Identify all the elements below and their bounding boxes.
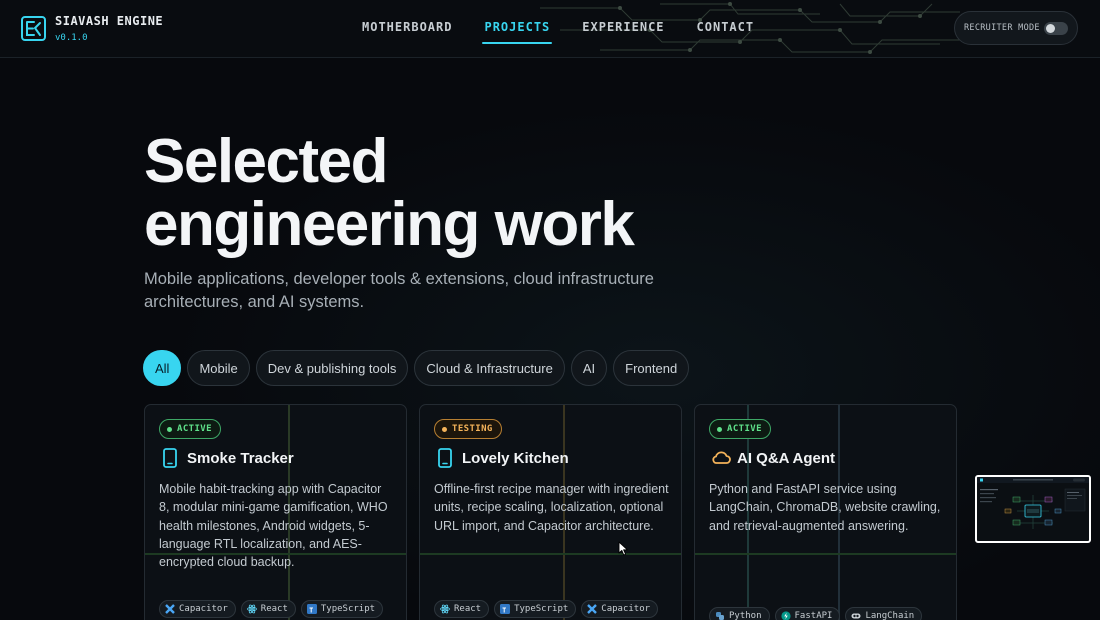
logo-mark-icon [26, 21, 41, 36]
page-title: Selected engineering work [144, 130, 764, 256]
status-badge: ACTIVE [709, 419, 771, 439]
capacitor-icon [587, 604, 598, 614]
nav-projects[interactable]: PROJECTS [482, 20, 553, 44]
page-subtitle: Mobile applications, developer tools & e… [144, 270, 654, 311]
project-description: Offline-first recipe manager with ingred… [434, 482, 669, 533]
phone-icon [438, 448, 452, 468]
tech-tag: Capacitor [159, 600, 236, 618]
tech-tag-label: Capacitor [179, 604, 228, 614]
project-card-smoke-tracker[interactable]: ACTIVE Smoke Tracker Mobile habit-tracki… [144, 404, 407, 620]
brand-logo[interactable] [21, 16, 46, 41]
project-title[interactable]: Smoke Tracker [187, 450, 294, 467]
tech-tag: TypeScript [300, 600, 384, 618]
filter-frontend[interactable]: Frontend [613, 350, 690, 386]
recruiter-mode-toggle[interactable]: RECRUITER MODE [954, 11, 1078, 45]
brand-version: v0.1.0 [55, 33, 88, 43]
mouse-cursor-icon [618, 541, 628, 556]
typescript-icon [306, 604, 317, 614]
status-badge: ACTIVE [159, 419, 221, 439]
tech-tag-label: LangChain [865, 611, 915, 620]
filter-mobile[interactable]: Mobile [187, 350, 250, 386]
phone-icon [163, 448, 177, 468]
nav-contact[interactable]: CONTACT [697, 20, 755, 34]
card-grid-line [420, 553, 681, 555]
tech-tag-label: TypeScript [320, 604, 376, 614]
tech-tags: React TypeScript Capacitor [434, 600, 659, 618]
card-grid-line [695, 553, 956, 555]
brand-title[interactable]: SIAVASH ENGINE [55, 14, 163, 28]
main-nav: MOTHERBOARD PROJECTS EXPERIENCE CONTACT [362, 20, 755, 44]
tech-tag-label: FastAPI [794, 611, 833, 620]
filter-all[interactable]: All [143, 350, 182, 386]
filter-ai[interactable]: AI [570, 350, 608, 386]
top-navigation-bar: SIAVASH ENGINE v0.1.0 MOTHERBOARD PROJEC… [0, 0, 1100, 58]
nav-motherboard[interactable]: MOTHERBOARD [362, 20, 452, 34]
fastapi-icon [780, 611, 791, 620]
tech-tag: LangChain [845, 607, 923, 620]
tech-tag: Python [709, 607, 770, 620]
page-minimap[interactable] [975, 475, 1091, 543]
tech-tags: Python FastAPI LangChain [709, 607, 923, 620]
tech-tag: Capacitor [581, 600, 659, 618]
recruiter-mode-label: RECRUITER MODE [964, 23, 1040, 33]
page-title-line-1: Selected [144, 127, 389, 196]
react-icon [440, 604, 450, 614]
project-description: Mobile habit-tracking app with Capacitor… [159, 482, 388, 570]
cloud-icon [712, 451, 731, 464]
minimap-preview [977, 477, 1089, 529]
filter-cloud-infrastructure[interactable]: Cloud & Infrastructure [414, 350, 565, 386]
project-description: Python and FastAPI service using LangCha… [709, 482, 941, 533]
project-title[interactable]: AI Q&A Agent [737, 450, 835, 467]
langchain-icon [851, 613, 861, 619]
tech-tag: FastAPI [774, 607, 841, 620]
project-filter-bar: All Mobile Dev & publishing tools Cloud … [143, 350, 690, 386]
recruiter-mode-switch[interactable] [1044, 22, 1068, 35]
tech-tag: React [240, 600, 296, 618]
tech-tag-label: React [454, 604, 482, 614]
typescript-icon [500, 604, 511, 614]
react-icon [246, 604, 257, 614]
tech-tag: TypeScript [494, 600, 577, 618]
python-icon [716, 612, 724, 620]
tech-tags: Capacitor React TypeScript [159, 600, 384, 618]
filter-dev-publishing-tools[interactable]: Dev & publishing tools [255, 350, 409, 386]
tech-tag-label: Capacitor [601, 604, 651, 614]
tech-tag-label: React [260, 604, 288, 614]
project-card-ai-qa-agent[interactable]: ACTIVE AI Q&A Agent Python and FastAPI s… [694, 404, 957, 620]
project-card-lovely-kitchen[interactable]: TESTING Lovely Kitchen Offline-first rec… [419, 404, 682, 620]
switch-knob [1046, 24, 1055, 33]
project-title[interactable]: Lovely Kitchen [462, 450, 569, 467]
status-badge: TESTING [434, 419, 502, 439]
tech-tag-label: TypeScript [514, 604, 569, 614]
tech-tag-label: Python [729, 611, 762, 620]
tech-tag: React [434, 600, 490, 618]
page-title-line-2: engineering work [144, 190, 635, 259]
nav-experience[interactable]: EXPERIENCE [582, 20, 664, 34]
capacitor-icon [165, 604, 175, 614]
